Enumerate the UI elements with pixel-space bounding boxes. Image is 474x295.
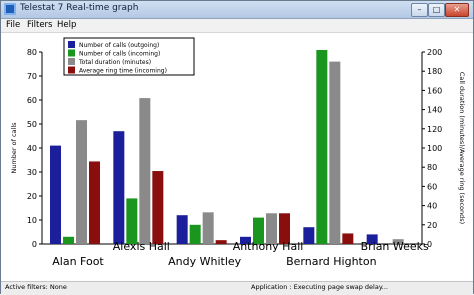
bar-2-alan-foot xyxy=(63,236,74,244)
menu-bar: File Filters Help xyxy=(1,19,473,33)
bar-2-alexis-hall xyxy=(126,198,138,244)
x-category-label: Alan Foot xyxy=(52,255,104,268)
y-tick-label: 30 xyxy=(27,168,37,177)
status-bar: Active filters: None Application : Execu… xyxy=(1,281,473,295)
y2-tick-label: 60 xyxy=(427,182,437,191)
x-category-label: Brian Weeks xyxy=(361,240,429,253)
chart-area: 0 10 20 30 40 50 60 70 80 0 20 40 60 80 100 120 140 160 18… xyxy=(1,33,473,281)
menu-filters[interactable]: Filters xyxy=(27,20,52,30)
app-icon xyxy=(4,3,16,15)
y-tick-label: 50 xyxy=(27,120,37,129)
legend-label: Total duration (minutes) xyxy=(78,59,151,66)
y-tick-label: 0 xyxy=(32,240,37,249)
y2-tick-label: 40 xyxy=(427,202,437,211)
x-category-label: Anthony Hall xyxy=(233,240,304,253)
menu-help[interactable]: Help xyxy=(57,20,76,30)
legend-label: Number of calls (incoming) xyxy=(79,51,160,58)
y2-tick-label: 160 xyxy=(427,86,442,95)
y-tick-label: 80 xyxy=(27,48,37,57)
bar-3-andy-whitley xyxy=(202,212,214,244)
y2-axis-title: Call duration (minutes)/Average ring (se… xyxy=(458,72,466,224)
y-tick-label: 70 xyxy=(27,72,37,81)
y-tick-label: 60 xyxy=(27,96,37,105)
legend-swatch xyxy=(68,49,75,57)
y2-tick-label: 140 xyxy=(427,106,442,115)
y2-tick-label: 100 xyxy=(427,144,442,153)
bar-2-bernard-highton xyxy=(316,50,328,244)
y-tick-label: 40 xyxy=(27,144,37,153)
y-axis-title: Number of calls xyxy=(10,122,18,174)
bar-1-alan-foot xyxy=(50,145,61,244)
y-tick-label: 10 xyxy=(27,216,37,225)
telestat-window: Telestat 7 Real-time graph – □ ✕ File Fi… xyxy=(0,0,474,295)
bar-2-andy-whitley xyxy=(189,224,201,244)
y2-tick-label: 120 xyxy=(427,125,442,134)
y2-tick-label: 200 xyxy=(427,48,442,57)
status-application: Application : Executing page swap delay.… xyxy=(251,283,388,291)
x-category-label: Andy Whitley xyxy=(168,255,242,268)
title-bar: Telestat 7 Real-time graph – □ ✕ xyxy=(1,1,473,19)
x-category-label: Bernard Highton xyxy=(286,255,376,268)
minimize-button[interactable]: – xyxy=(411,3,428,17)
bar-1-bernard-highton xyxy=(303,227,315,244)
bar-4-alexis-hall xyxy=(152,171,164,244)
window-title: Telestat 7 Real-time graph xyxy=(20,3,139,13)
legend-swatch xyxy=(68,66,75,74)
y2-tick-label: 80 xyxy=(427,163,437,172)
y2-tick-label: 20 xyxy=(427,221,437,230)
maximize-button[interactable]: □ xyxy=(428,3,445,17)
bar-3-alexis-hall xyxy=(139,98,151,244)
close-button[interactable]: ✕ xyxy=(445,3,469,17)
bar-3-alan-foot xyxy=(76,120,87,244)
y2-tick-label: 180 xyxy=(427,67,442,76)
legend-swatch xyxy=(68,58,75,65)
status-filters: Active filters: None xyxy=(5,283,67,291)
bar-3-bernard-highton xyxy=(329,61,341,244)
bar-1-andy-whitley xyxy=(176,215,188,244)
menu-file[interactable]: File xyxy=(6,20,20,30)
y-tick-label: 20 xyxy=(27,192,37,201)
legend-label: Average ring time (incoming) xyxy=(79,68,167,75)
bar-4-andy-whitley xyxy=(215,240,227,244)
x-category-label: Alexis Hall xyxy=(113,240,170,253)
bar-chart: 0102030405060708002040608010012014016018… xyxy=(10,37,466,268)
legend-label: Number of calls (outgoing) xyxy=(79,42,159,49)
bar-1-alexis-hall xyxy=(113,131,125,244)
bar-4-bernard-highton xyxy=(342,233,354,244)
legend-swatch xyxy=(68,41,75,48)
bar-4-alan-foot xyxy=(89,161,100,244)
